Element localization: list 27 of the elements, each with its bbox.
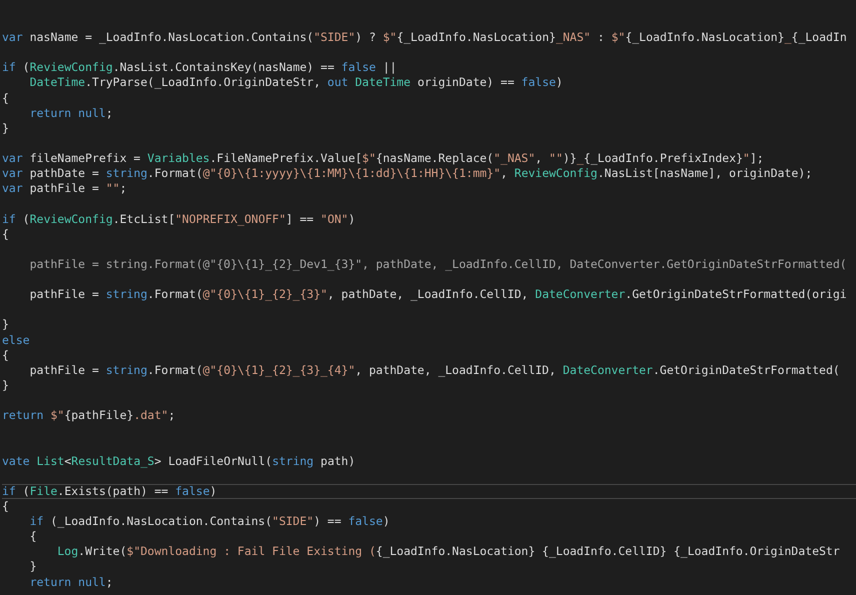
code-line: { — [2, 498, 9, 514]
code-line: if (_LoadInfo.NasLocation.Contains("SIDE") == false) — [28, 514, 390, 530]
code-line: DateTime.TryParse(_LoadInfo.OriginDateStr, out DateTime originDate) == false) — [28, 75, 563, 90]
code-line: } — [2, 120, 9, 136]
code-line: if (ReviewConfig.NasList.ContainsKey(nasName) == false || — [2, 60, 397, 76]
code-line: pathFile = string.Format(@"{0}\{1}_{2}_{3}", pathDate, _LoadInfo.CellID, DateConverter.GetOriginDateStrFormatted(origi — [28, 287, 847, 302]
code-line: var nasName = _LoadInfo.NasLocation.Contains("SIDE") ? $"{_LoadInfo.NasLocation}_NAS" : $"{_LoadInfo.NasLocation}_{_LoadIn — [2, 30, 847, 46]
code-line: pathFile = string.Format(@"{0}\{1}_{2}_Dev1_{3}", pathDate, _LoadInfo.CellID, DateConverter.GetOriginDateStrFormatted( — [28, 256, 847, 272]
code-line: } — [2, 378, 9, 393]
code-line: if (File.Exists(path) == false) — [2, 484, 856, 499]
code-line: { — [2, 90, 9, 106]
code-line: { — [2, 226, 9, 242]
code-line: var pathFile = ""; — [2, 181, 127, 196]
code-line: return null; — [28, 106, 113, 121]
code-line: return $"{pathFile}.dat"; — [2, 408, 176, 424]
code-line: } — [2, 317, 9, 332]
code-line: var pathDate = string.Format(@"{0}\{1:yyyy}\{1:MM}\{1:dd}\{1:HH}\{1:mm}", ReviewConfig.NasList[nasName], originDate); — [2, 166, 812, 182]
code-line: { — [28, 529, 37, 544]
code-line: return null; — [28, 574, 113, 590]
code-line: pathFile = string.Format(@"{0}\{1}_{2}_{3}_{4}", pathDate, _LoadInfo.CellID, DateConverter.GetOriginDateStrFormatted( — [28, 362, 840, 378]
code-line: Log.Write($"Downloading : Fail File Existing ({_LoadInfo.NasLocation} {_LoadInfo.CellID} {_LoadInfo.OriginDateStr — [56, 544, 840, 560]
code-line: vate List<ResultData_S> LoadFileOrNull(string path) — [2, 454, 356, 469]
code-line: if (ReviewConfig.EtcList["NOPREFIX_ONOFF"] == "ON") — [2, 212, 356, 227]
code-line: } — [28, 559, 37, 574]
code-line: { — [2, 348, 9, 363]
code-line: else — [2, 332, 30, 348]
code-line: var fileNamePrefix = Variables.FileNamePrefix.Value[$"{nasName.Replace("_NAS", "")}_{_LoadInfo.PrefixIndex}"]; — [2, 151, 764, 166]
